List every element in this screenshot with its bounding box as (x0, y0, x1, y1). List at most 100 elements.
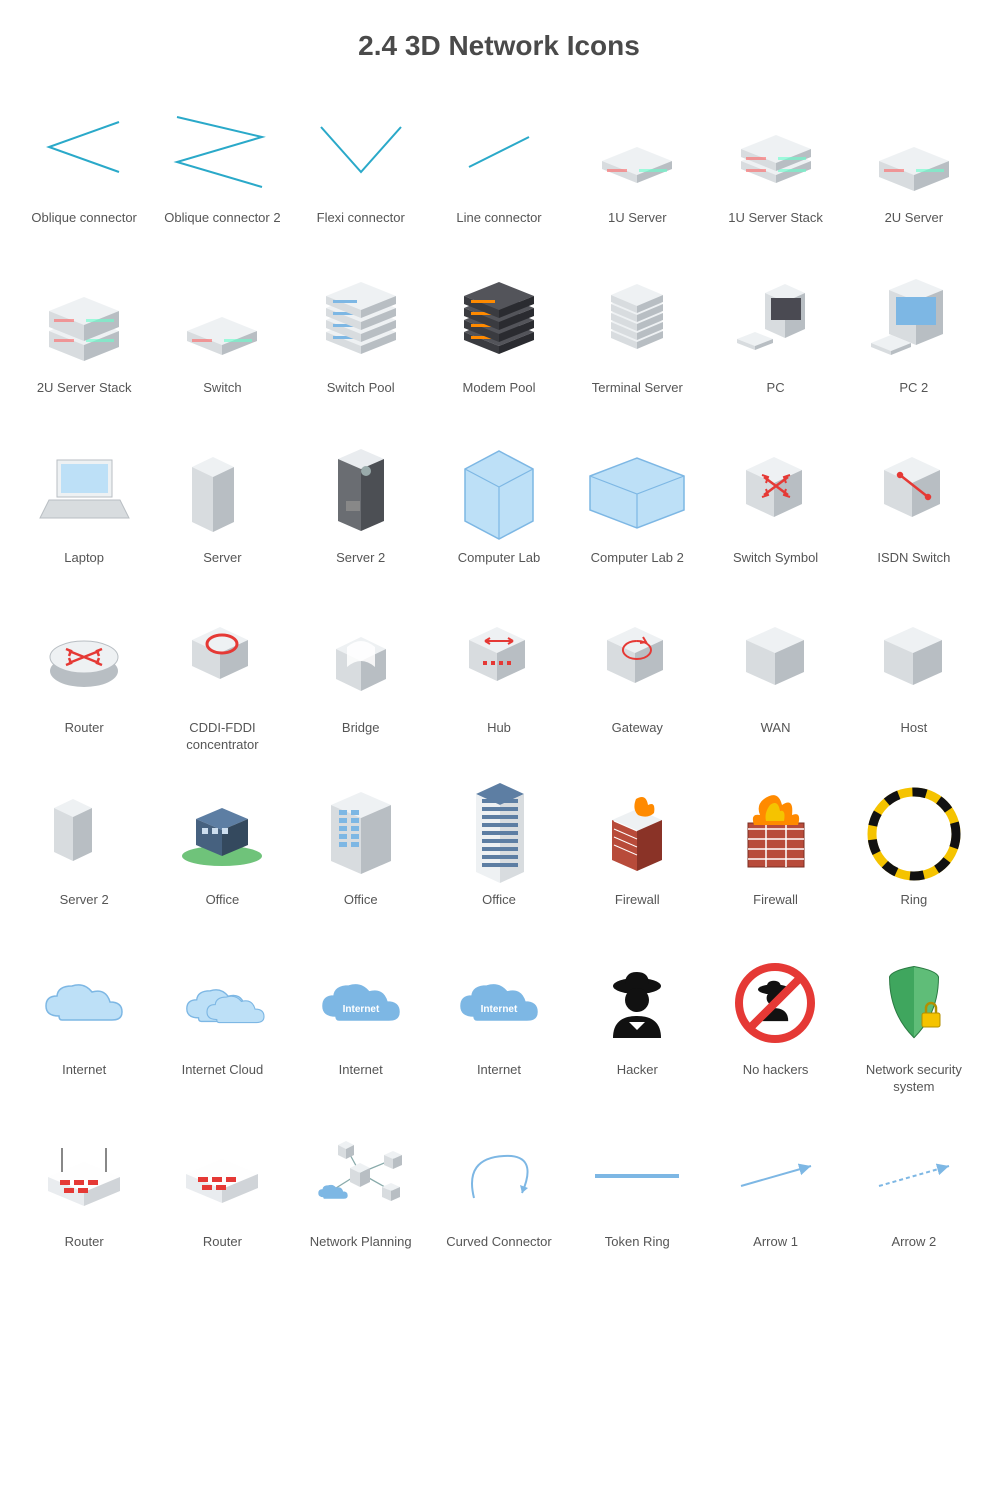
curved-connector-icon (444, 1126, 554, 1226)
icon-label: Oblique connector 2 (164, 210, 280, 242)
icon-label: Router (65, 1234, 104, 1266)
switch-pool-icon (306, 272, 416, 372)
svg-text:Internet: Internet (481, 1004, 518, 1015)
icon-cell-curved-connector: Curved Connector (435, 1126, 563, 1266)
icon-cell-office-3: Office (435, 784, 563, 924)
router-2-icon (29, 1126, 139, 1226)
internet-3-icon: Internet (444, 954, 554, 1054)
icon-label: PC 2 (899, 380, 928, 412)
icon-label: Internet (477, 1062, 521, 1094)
network-planning-icon (306, 1126, 416, 1226)
icon-label: Firewall (753, 892, 798, 924)
modem-pool-icon (444, 272, 554, 372)
icon-label: ISDN Switch (877, 550, 950, 582)
icon-cell-ring: Ring (850, 784, 978, 924)
icon-label: Bridge (342, 720, 380, 752)
svg-text:Internet: Internet (342, 1004, 379, 1015)
icon-label: Switch Symbol (733, 550, 818, 582)
icon-label: 2U Server (885, 210, 944, 242)
switch-symbol-icon (721, 442, 831, 542)
icon-cell-arrow-2: Arrow 2 (850, 1126, 978, 1266)
oblique-connector-icon (29, 102, 139, 202)
icon-label: Arrow 1 (753, 1234, 798, 1266)
icon-cell-1u-server: 1U Server (573, 102, 701, 242)
icon-cell-flexi-connector: Flexi connector (297, 102, 425, 242)
icon-cell-line-connector: Line connector (435, 102, 563, 242)
icon-cell-gateway: Gateway (573, 612, 701, 754)
icon-cell-hub: Hub (435, 612, 563, 754)
icon-label: Token Ring (605, 1234, 670, 1266)
gateway-icon (582, 612, 692, 712)
icon-cell-no-hackers: No hackers (711, 954, 839, 1096)
icon-label: No hackers (743, 1062, 809, 1094)
icon-label: Arrow 2 (891, 1234, 936, 1266)
ring-icon (859, 784, 969, 884)
icon-cell-wan: WAN (711, 612, 839, 754)
internet-1-icon (29, 954, 139, 1054)
icon-cell-switch: Switch (158, 272, 286, 412)
bridge-icon (306, 612, 416, 712)
icon-label: Switch (203, 380, 241, 412)
page-title: 2.4 3D Network Icons (20, 30, 978, 62)
router-icon (29, 612, 139, 712)
icon-cell-computer-lab: Computer Lab (435, 442, 563, 582)
icon-label: Network security system (850, 1062, 978, 1096)
icon-label: PC (767, 380, 785, 412)
icon-label: Office (206, 892, 240, 924)
icon-label: Terminal Server (592, 380, 683, 412)
internet-2-icon: Internet (306, 954, 416, 1054)
line-connector-icon (444, 102, 554, 202)
icon-cell-server-2b: Server 2 (20, 784, 148, 924)
icon-label: Internet (62, 1062, 106, 1094)
network-security-icon (859, 954, 969, 1054)
icon-label: Host (900, 720, 927, 752)
computer-lab-2-icon (582, 442, 692, 542)
icon-cell-office-2: Office (297, 784, 425, 924)
icon-cell-office-1: Office (158, 784, 286, 924)
pc-2-icon (859, 272, 969, 372)
icon-label: Laptop (64, 550, 104, 582)
icon-label: Hub (487, 720, 511, 752)
icon-label: Gateway (612, 720, 663, 752)
icon-label: Office (482, 892, 516, 924)
icon-label: Hacker (617, 1062, 658, 1094)
icon-cell-host: Host (850, 612, 978, 754)
icon-cell-2u-server-stack: 2U Server Stack (20, 272, 148, 412)
flexi-connector-icon (306, 102, 416, 202)
switch-icon (167, 272, 277, 372)
icon-cell-internet-1: Internet (20, 954, 148, 1096)
icon-cell-network-planning: Network Planning (297, 1126, 425, 1266)
icon-label: Office (344, 892, 378, 924)
icon-label: Switch Pool (327, 380, 395, 412)
icon-cell-switch-pool: Switch Pool (297, 272, 425, 412)
firewall-2-icon (721, 784, 831, 884)
icon-label: Router (65, 720, 104, 752)
icon-cell-modem-pool: Modem Pool (435, 272, 563, 412)
icon-label: Internet (339, 1062, 383, 1094)
office-1-icon (167, 784, 277, 884)
pc-icon (721, 272, 831, 372)
icon-cell-2u-server: 2U Server (850, 102, 978, 242)
icon-label: Server 2 (336, 550, 385, 582)
icon-cell-firewall-1: Firewall (573, 784, 701, 924)
icon-label: Oblique connector (31, 210, 137, 242)
icon-cell-token-ring: Token Ring (573, 1126, 701, 1266)
server-2-icon (306, 442, 416, 542)
icon-label: 1U Server (608, 210, 667, 242)
icon-cell-router-3: Router (158, 1126, 286, 1266)
icon-label: 1U Server Stack (728, 210, 823, 242)
icon-label: Firewall (615, 892, 660, 924)
icon-label: Line connector (456, 210, 541, 242)
icon-label: Flexi connector (317, 210, 405, 242)
icon-cell-cddi-fddi-concentrator: CDDI-FDDI concentrator (158, 612, 286, 754)
icon-label: CDDI-FDDI concentrator (158, 720, 286, 754)
internet-cloud-icon (167, 954, 277, 1054)
icon-label: Curved Connector (446, 1234, 552, 1266)
laptop-icon (29, 442, 139, 542)
icon-cell-internet-cloud: Internet Cloud (158, 954, 286, 1096)
icon-cell-internet-2: Internet Internet (297, 954, 425, 1096)
icon-grid: Oblique connector Oblique connector 2 Flex… (20, 102, 978, 1266)
2u-server-stack-icon (29, 272, 139, 372)
router-3-icon (167, 1126, 277, 1226)
icon-label: WAN (761, 720, 791, 752)
